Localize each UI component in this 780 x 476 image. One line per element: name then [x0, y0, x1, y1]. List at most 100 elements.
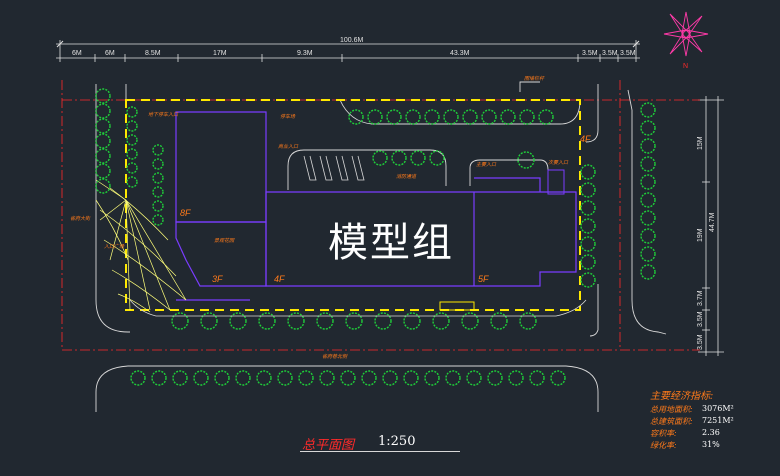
tree-icon: [382, 370, 398, 386]
tree-icon: [580, 254, 596, 270]
tree-icon: [95, 133, 111, 149]
label-entry1: 主要入口: [476, 161, 497, 168]
label-parking-top: 地下停车入口: [148, 111, 179, 118]
tree-icon: [152, 200, 164, 212]
floor-label-1: 3F: [212, 274, 223, 284]
tree-icon: [410, 150, 426, 166]
tree-icon: [403, 370, 419, 386]
compass-icon: [663, 11, 709, 57]
tree-icon: [424, 370, 440, 386]
econ-value: 2.36: [702, 428, 720, 437]
tree-icon: [126, 176, 138, 188]
top-seg-4: 9.3M: [297, 50, 313, 57]
tree-icon: [152, 144, 164, 156]
tree-icon: [519, 109, 535, 125]
buildings: [175, 111, 577, 301]
right-seg-0: 15M: [697, 136, 704, 150]
tree-icon: [126, 148, 138, 160]
econ-label: 容积率:: [650, 429, 677, 438]
tree-icon: [386, 109, 402, 125]
tree-icon: [640, 174, 656, 190]
tree-icon: [405, 109, 421, 125]
inner-road: [129, 299, 587, 317]
title-underline: [300, 451, 460, 452]
tree-icon: [126, 134, 138, 146]
tree-icon: [319, 370, 335, 386]
tree-icon: [193, 370, 209, 386]
tree-icon: [640, 264, 656, 280]
top-seg-8: 3.5M: [620, 50, 636, 57]
tree-icon: [445, 370, 461, 386]
tree-icon: [95, 103, 111, 119]
tree-icon: [529, 370, 545, 386]
tree-icon: [95, 88, 111, 104]
tree-icon: [151, 370, 167, 386]
top-seg-7: 3.5M: [602, 50, 618, 57]
floor-label-0: 8F: [180, 208, 191, 218]
label-garden: 景观花园: [214, 237, 235, 244]
econ-row: 总建筑面积: 7251M²: [650, 416, 734, 427]
econ-label: 绿化率:: [650, 441, 677, 450]
tree-icon: [126, 106, 138, 118]
tree-icon: [200, 312, 218, 330]
top-segment-labels: 6M 6M 8.5M 17M 9.3M 43.3M 3.5M 3.5M 3.5M: [72, 50, 636, 57]
top-seg-6: 3.5M: [582, 50, 598, 57]
floor-label-3: 5F: [478, 274, 489, 284]
bench: [439, 301, 475, 311]
tree-icon: [580, 218, 596, 234]
econ-label: 总用地面积:: [650, 405, 693, 414]
tree-icon: [640, 138, 656, 154]
tree-icon: [640, 102, 656, 118]
tree-icon: [298, 370, 314, 386]
tree-icon: [361, 370, 377, 386]
top-seg-5: 43.3M: [450, 50, 470, 57]
econ-label: 总建筑面积:: [650, 417, 693, 426]
tree-icon: [126, 162, 138, 174]
right-seg-1: 19M: [697, 228, 704, 242]
tree-icon: [152, 186, 164, 198]
tree-icon: [287, 312, 305, 330]
tree-icon: [443, 109, 459, 125]
tree-icon: [481, 109, 497, 125]
tree-icon: [235, 370, 251, 386]
tree-icon: [580, 272, 596, 288]
econ-title: 主要经济指标:: [650, 391, 714, 402]
tree-icon: [580, 164, 596, 180]
floor-label-2: 4F: [274, 274, 285, 284]
tree-icon: [95, 178, 111, 194]
compass-north: N: [683, 63, 688, 70]
tree-icon: [229, 312, 247, 330]
tree-icon: [172, 370, 188, 386]
right-seg-2: 3.7M: [697, 290, 704, 306]
site-boundary: [125, 99, 581, 311]
tree-icon: [126, 120, 138, 132]
parking-stalls: [303, 155, 365, 181]
tree-icon: [403, 312, 421, 330]
top-seg-3: 17M: [213, 50, 227, 57]
tree-icon: [316, 312, 334, 330]
parking-block: [547, 169, 565, 195]
tree-icon: [95, 163, 111, 179]
tree-icon: [580, 200, 596, 216]
tree-icon: [374, 312, 392, 330]
top-seg-2: 8.5M: [145, 50, 161, 57]
econ-row: 容积率: 2.36: [650, 428, 720, 439]
floor-label-4: 4F: [580, 134, 591, 144]
tree-icon: [277, 370, 293, 386]
label-lane: 消防通道: [396, 173, 417, 180]
tree-icon: [391, 150, 407, 166]
tree-icon: [461, 312, 479, 330]
tree-icon: [432, 312, 450, 330]
tree-icon: [640, 228, 656, 244]
label-road-west: 省府大街: [70, 215, 91, 222]
tree-icon: [580, 182, 596, 198]
econ-value: 31%: [702, 440, 720, 449]
tree-icon: [95, 118, 111, 134]
tree-icon: [580, 236, 596, 252]
right-seg-3: 3.5M: [697, 311, 704, 327]
tree-icon: [466, 370, 482, 386]
top-seg-1: 6M: [105, 50, 115, 57]
drawing-scale: 1:250: [378, 434, 416, 449]
tree-icon: [345, 312, 363, 330]
tree-icon: [462, 109, 478, 125]
